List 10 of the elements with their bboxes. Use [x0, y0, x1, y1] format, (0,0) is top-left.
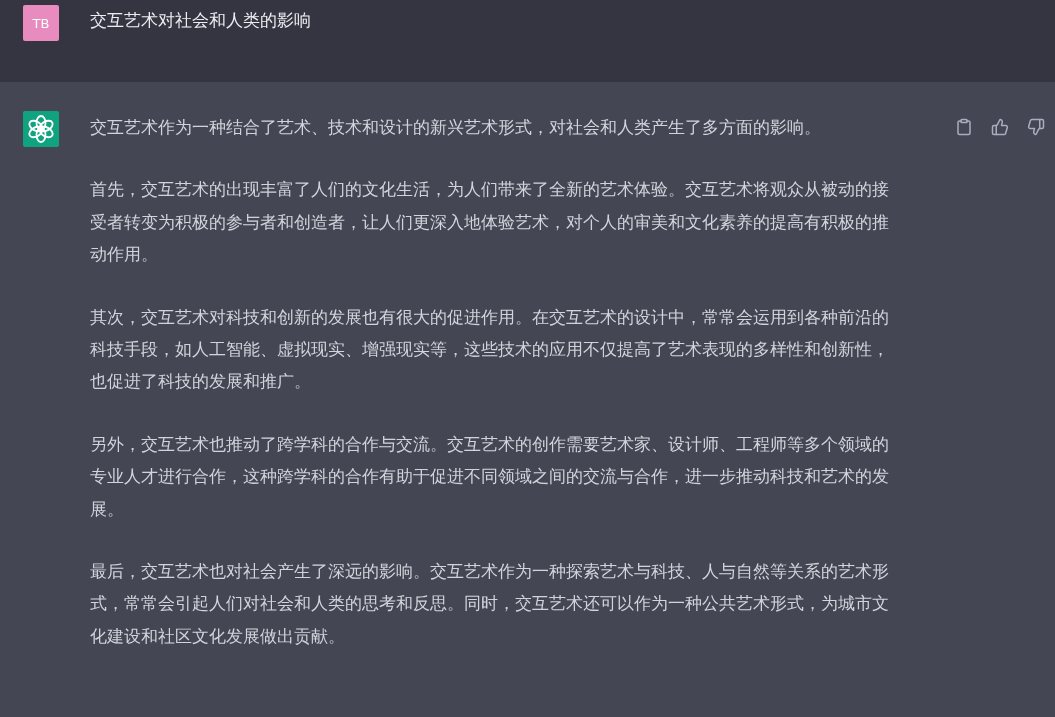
answer-paragraph: 交互艺术作为一种结合了艺术、技术和设计的新兴艺术形式，对社会和人类产生了多方面的影响。	[90, 116, 822, 139]
answer-paragraph: 另外，交互艺术也推动了跨学科的合作与交流。交互艺术的创作需要艺术家、设计师、工程师等多个领域的专业人才进行合作，这种跨学科的合作有助于促进不同领域之间的交流与合作，进一步推动科技和艺术的发展。	[90, 432, 890, 521]
user-avatar: TB	[23, 5, 59, 41]
answer-paragraph: 最后，交互艺术也对社会产生了深远的影响。交互艺术作为一种探索艺术与科技、人与自然等关系的艺术形式，常常会引起人们对社会和人类的思考和反思。同时，交互艺术还可以作为一种公共艺术形式，为城市文化建设和社区文化发展做出贡献。	[90, 560, 890, 648]
answer-paragraph: 其次，交互艺术对科技和创新的发展也有很大的促进作用。在交互艺术的设计中，常常会运用到各种前沿的科技手段，如人工智能、虚拟现实、增强现实等，这些技术的应用不仅提高了艺术表现的多样性和创新性，也促进了科技的发展和推广。	[90, 305, 890, 394]
answer-paragraph: 首先，交互艺术的出现丰富了人们的文化生活，为人们带来了全新的艺术体验。交互艺术将观众从被动的接受者转变为积极的参与者和创造者，让人们更深入地体验艺术，对个人的审美和文化素养的提高有积极的推动作用。	[90, 178, 890, 267]
thumbs-down-button[interactable]	[1025, 116, 1047, 138]
knot-icon	[23, 111, 59, 147]
thumbs-up-button[interactable]	[989, 116, 1011, 138]
user-message: 交互艺术对社会和人类的影响	[90, 9, 311, 32]
